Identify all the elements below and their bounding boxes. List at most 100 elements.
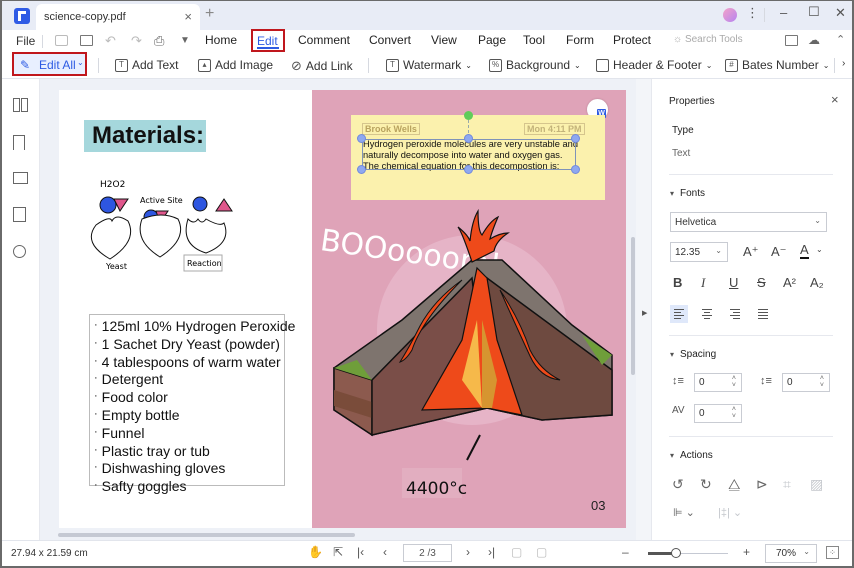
single-page-view-icon[interactable]: ▢ (511, 545, 522, 559)
search-icon[interactable] (13, 245, 26, 258)
attachment-icon[interactable] (13, 207, 26, 222)
bold-button[interactable]: B (673, 275, 682, 290)
email-icon[interactable] (80, 35, 93, 46)
italic-button[interactable]: I (701, 275, 705, 291)
stepper-arrows-icon[interactable]: ˄ ˅ (820, 375, 824, 389)
first-page-icon[interactable]: |‹ (357, 545, 364, 559)
add-text-button[interactable]: T Add Text (115, 58, 178, 72)
align-right-button[interactable] (726, 305, 744, 323)
menu-edit[interactable]: Edit (251, 29, 285, 52)
menu-tool[interactable]: Tool (523, 33, 545, 47)
hand-tool-icon[interactable]: ✋ (308, 545, 323, 559)
stepper-arrows-icon[interactable]: ˄ ˅ (732, 375, 736, 389)
font-color-icon[interactable]: A (800, 243, 809, 259)
menu-comment[interactable]: Comment (298, 33, 350, 47)
menu-protect[interactable]: Protect (613, 33, 651, 47)
font-family-select[interactable]: Helvetica ⌄ (670, 212, 827, 232)
share-icon[interactable] (785, 35, 798, 46)
subscript-button[interactable]: A₂ (810, 275, 824, 290)
maximize-button[interactable]: ☐ (808, 4, 820, 20)
fit-page-icon[interactable]: ⁘ (826, 546, 839, 559)
add-link-button[interactable]: ⊘ Add Link (291, 58, 353, 74)
rotate-left-icon[interactable]: ↺ (672, 476, 684, 493)
character-spacing-input[interactable]: 0 ˄ ˅ (694, 404, 742, 423)
close-panel-icon[interactable]: × (831, 92, 839, 107)
stepper-arrows-icon[interactable]: ˄ ˅ (732, 406, 736, 420)
paragraph-spacing-input[interactable]: 0 ˄ ˅ (782, 373, 830, 392)
menu-home[interactable]: Home (205, 33, 237, 47)
resize-handle-bottom-left[interactable] (357, 165, 366, 174)
menu-view[interactable]: View (431, 33, 457, 47)
font-size-select[interactable]: 12.35 ⌄ (670, 242, 728, 262)
bookmark-icon[interactable] (13, 135, 25, 150)
underline-button[interactable]: U (729, 275, 738, 290)
menu-form[interactable]: Form (566, 33, 594, 47)
tab-close-icon[interactable]: × (184, 9, 192, 24)
cloud-upload-icon[interactable]: ☁ (808, 34, 821, 46)
last-page-icon[interactable]: ›| (488, 545, 495, 559)
distribute-objects-dropdown-icon[interactable]: |‡| ⌄ (718, 506, 742, 519)
actions-section-toggle[interactable]: Actions (670, 450, 713, 461)
replace-image-icon[interactable]: ▨ (810, 476, 823, 493)
print-icon[interactable]: ⎙ (154, 34, 167, 47)
align-left-button[interactable] (670, 305, 688, 323)
header-footer-dropdown[interactable]: Header & Footer ⌄ (596, 58, 712, 72)
resize-handle-top-right[interactable] (571, 134, 580, 143)
superscript-button[interactable]: A² (783, 275, 796, 290)
search-tools[interactable]: ☼ Search Tools (673, 34, 743, 45)
close-window-button[interactable]: ✕ (835, 5, 846, 21)
save-icon[interactable] (55, 35, 68, 46)
undo-icon[interactable]: ↶ (105, 34, 118, 47)
previous-page-icon[interactable]: ‹ (383, 545, 387, 559)
collapse-ribbon-icon[interactable]: ⌃ (836, 35, 849, 46)
comment-icon[interactable] (13, 172, 28, 184)
select-tool-icon[interactable]: ⇱ (333, 545, 343, 559)
more-options-icon[interactable]: ⋮ (746, 5, 759, 21)
document-tab[interactable]: science-copy.pdf × (36, 4, 200, 30)
strikethrough-button[interactable]: S (757, 275, 766, 290)
next-page-icon[interactable]: › (466, 545, 470, 559)
watermark-dropdown[interactable]: T Watermark ⌄ (386, 58, 472, 72)
fonts-section-toggle[interactable]: Fonts (670, 188, 705, 199)
background-dropdown[interactable]: % Background ⌄ (489, 58, 581, 72)
customize-dropdown-icon[interactable]: ▼ (180, 35, 193, 46)
page-number-input[interactable]: 2 /3 (403, 544, 452, 562)
align-objects-dropdown-icon[interactable]: ⊫ ⌄ (673, 506, 695, 519)
line-spacing-input[interactable]: 0 ˄ ˅ (694, 373, 742, 392)
thumbnails-icon[interactable] (13, 98, 28, 113)
toolbar-more-arrow-icon[interactable]: › (842, 58, 845, 69)
crop-icon[interactable]: ⌗ (783, 476, 791, 493)
redo-icon[interactable]: ↷ (131, 34, 144, 47)
horizontal-scrollbar[interactable] (58, 533, 355, 537)
decrease-font-size-icon[interactable]: A⁻ (771, 244, 787, 260)
spacing-section-toggle[interactable]: Spacing (670, 349, 716, 360)
materials-heading[interactable]: Materials: (84, 120, 206, 152)
menu-page[interactable]: Page (478, 33, 506, 47)
flip-vertical-icon[interactable]: ⊳ (756, 476, 768, 493)
minimize-button[interactable]: – (780, 5, 787, 20)
increase-font-size-icon[interactable]: A⁺ (743, 244, 759, 260)
collapse-right-panel-icon[interactable]: ▶ (642, 309, 647, 317)
enzyme-diagram[interactable]: H2O2 Active Site Yeast Reaction (90, 175, 240, 275)
zoom-out-button[interactable]: – (622, 545, 629, 559)
add-image-button[interactable]: ▴ Add Image (198, 58, 273, 72)
new-tab-button[interactable]: + (205, 5, 214, 23)
two-page-view-icon[interactable]: ▢ (536, 545, 547, 559)
zoom-slider-knob[interactable] (671, 548, 681, 558)
rotate-handle[interactable] (464, 111, 473, 120)
resize-handle-bottom-right[interactable] (571, 165, 580, 174)
bates-number-dropdown[interactable]: # Bates Number ⌄ (725, 58, 829, 72)
font-color-dropdown-icon[interactable]: ⌄ (816, 245, 823, 254)
menu-file[interactable]: File (16, 34, 35, 48)
resize-handle-top[interactable] (464, 134, 473, 143)
edit-all-button[interactable]: ✎ Edit All ⌄ (12, 52, 87, 76)
align-center-button[interactable] (698, 305, 716, 323)
materials-list[interactable]: 125ml 10% Hydrogen Peroxide 1 Sachet Dry… (89, 314, 295, 494)
resize-handle-top-left[interactable] (357, 134, 366, 143)
user-avatar[interactable] (723, 8, 737, 22)
zoom-level-select[interactable]: 70% ⌄ (765, 544, 817, 563)
flip-horizontal-icon[interactable]: ⧋ (728, 476, 741, 493)
vertical-scrollbar[interactable] (631, 237, 635, 375)
zoom-in-button[interactable]: + (743, 545, 750, 559)
justify-button[interactable] (754, 305, 772, 323)
